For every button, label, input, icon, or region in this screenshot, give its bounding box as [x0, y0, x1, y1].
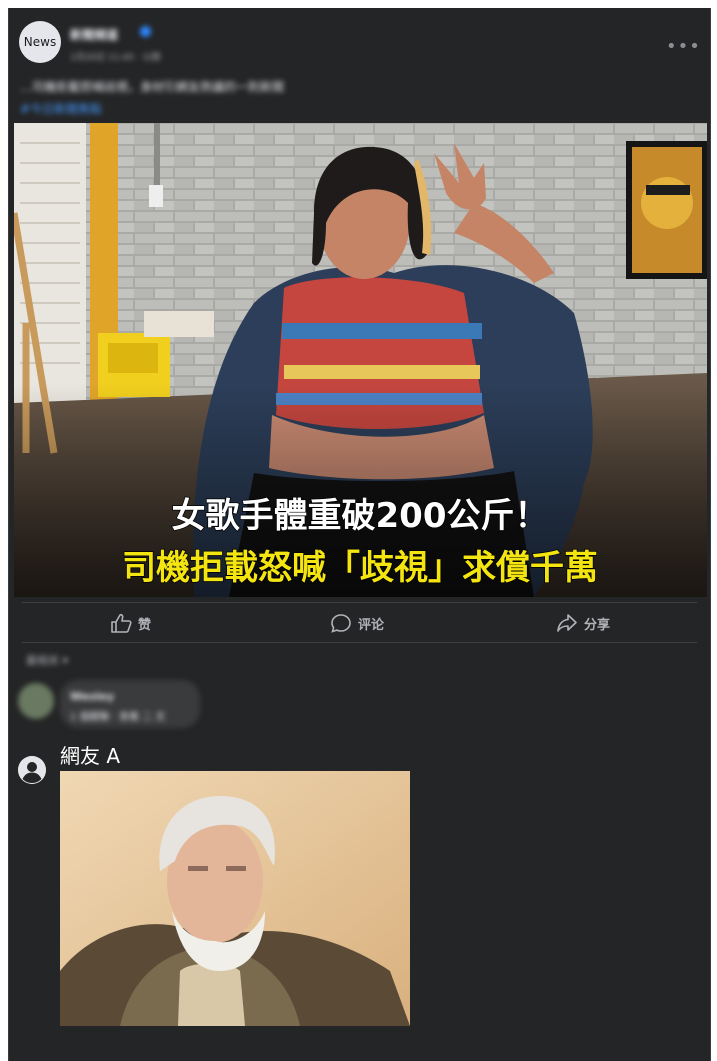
verified-badge-icon: [140, 26, 151, 37]
like-button[interactable]: 赞: [110, 610, 151, 636]
post-text-line: …司機拒載怒喊歧視，身材引網友熱議的一則新聞: [20, 80, 285, 94]
comment-button[interactable]: 评论: [330, 610, 384, 636]
post-timestamp[interactable]: 1月20日 11:45 · 公開: [70, 50, 161, 63]
comment-sort-dropdown[interactable]: 最相关 ▾: [26, 652, 68, 668]
image-headline-2: 司機拒載怒喊「歧視」求償千萬: [122, 548, 598, 588]
more-options-icon[interactable]: •••: [666, 36, 701, 57]
page-avatar[interactable]: News: [19, 21, 61, 63]
post-text: …司機拒載怒喊歧視，身材引網友熱議的一則新聞 #今日新聞焦點: [20, 76, 680, 120]
share-button[interactable]: 分享: [556, 610, 610, 636]
comment-text: 1 個關聯 · 查看 二 文: [70, 712, 166, 723]
comment-label: 评论: [358, 617, 385, 633]
post-hashtag[interactable]: #今日新聞焦點: [20, 98, 680, 120]
share-label: 分享: [584, 617, 611, 633]
action-divider-bottom: [22, 642, 697, 643]
image-headline-1: 女歌手體重破200公斤！: [172, 496, 549, 536]
user-avatar-icon[interactable]: [18, 756, 46, 784]
like-label: 赞: [138, 617, 152, 633]
reply-image[interactable]: [60, 771, 410, 1026]
reply-user-name[interactable]: 網友 A: [60, 740, 120, 769]
commenter-name[interactable]: Wesley: [70, 690, 114, 703]
page-name[interactable]: 新聞頻道: [70, 26, 118, 43]
comment-bubble-icon: [331, 614, 351, 633]
thumbs-up-icon: [111, 613, 132, 633]
action-divider-top: [22, 602, 697, 603]
commenter-avatar[interactable]: [18, 683, 54, 719]
share-arrow-icon: [557, 614, 577, 632]
post-image[interactable]: 女歌手體重破200公斤！ 司機拒載怒喊「歧視」求償千萬: [14, 123, 707, 597]
